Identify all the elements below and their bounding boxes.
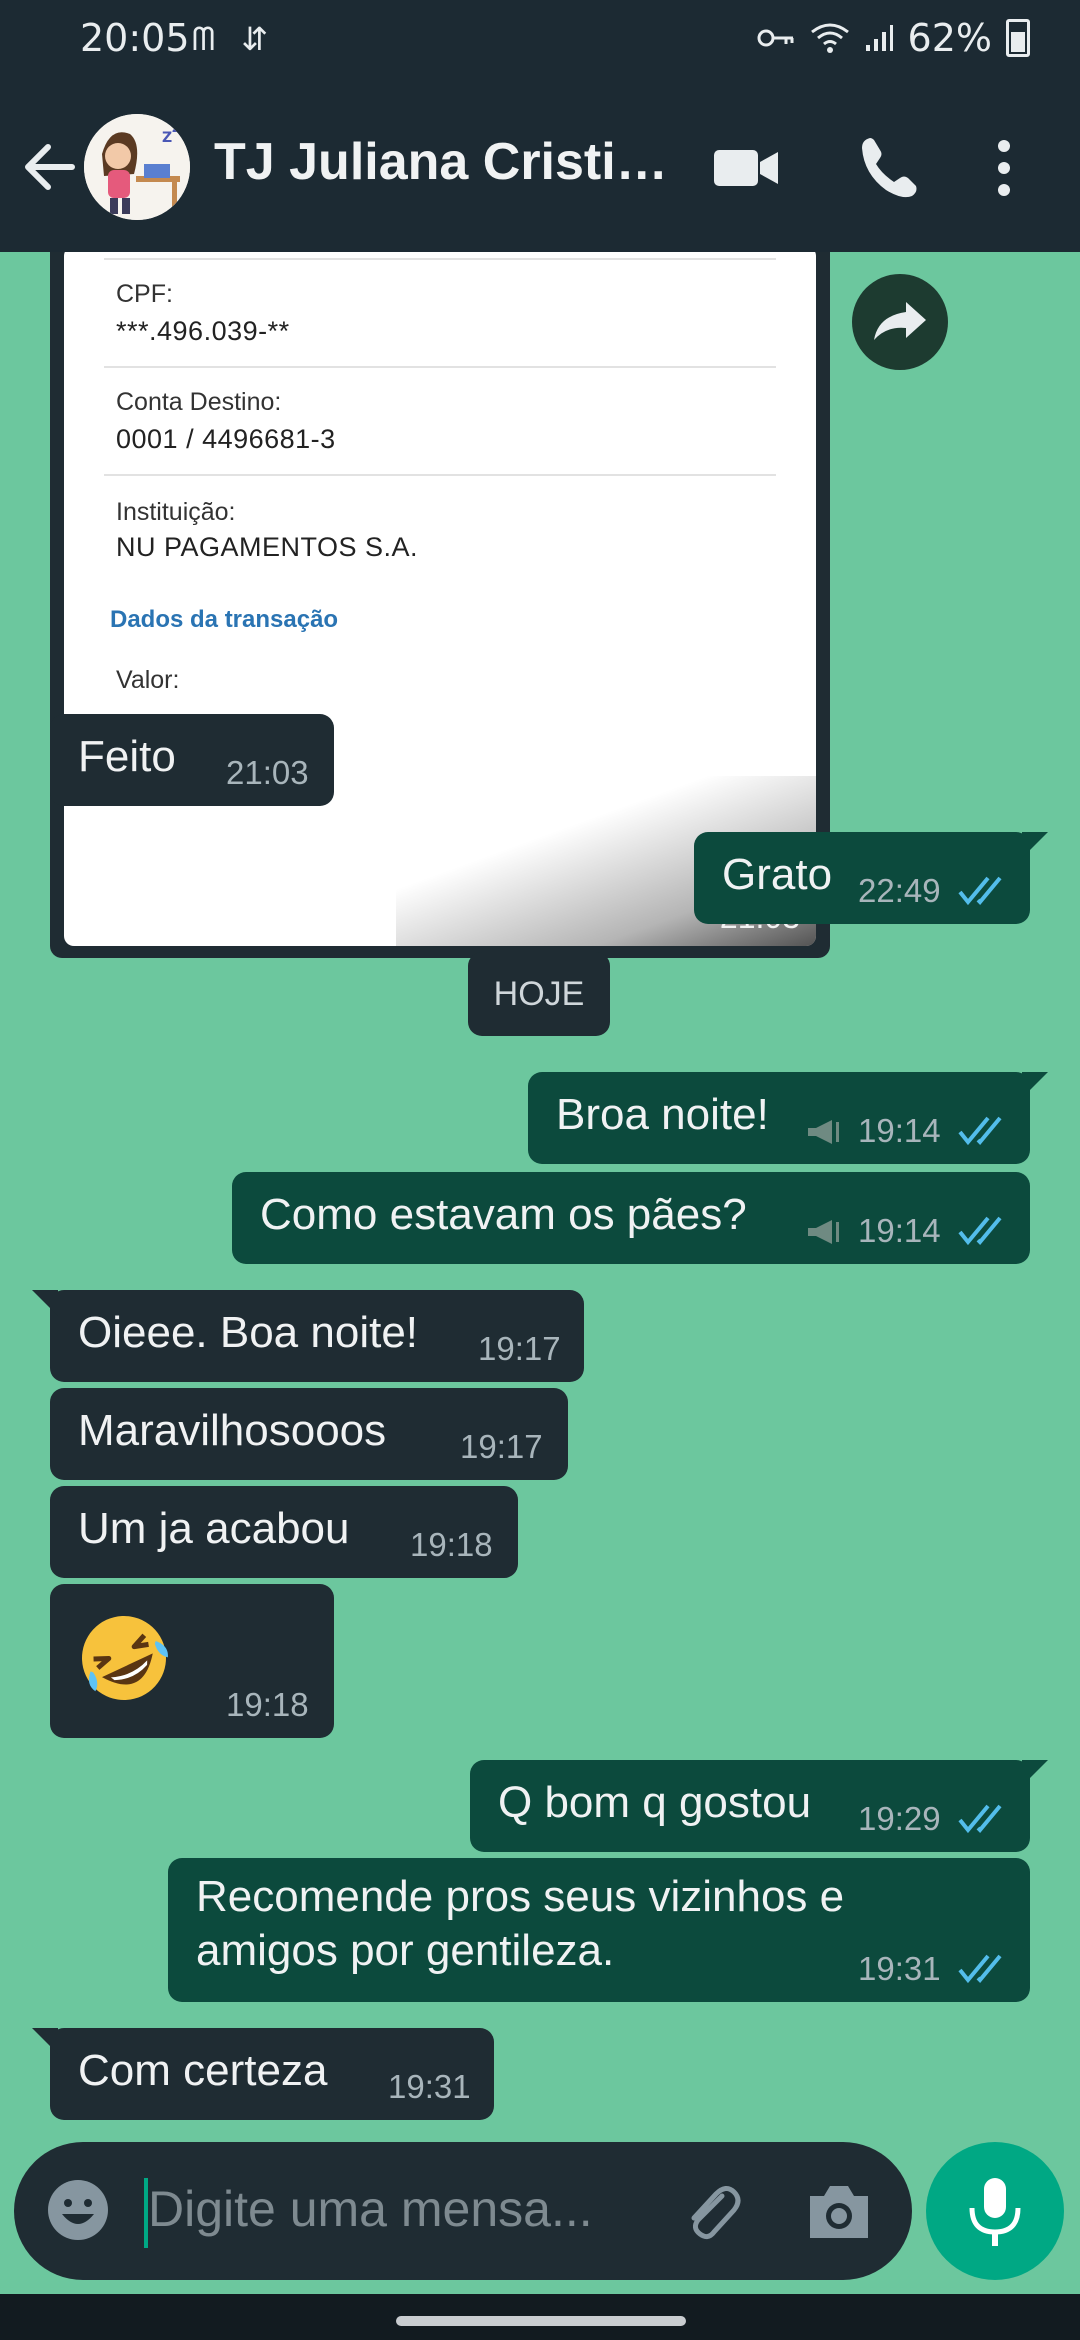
cpf-value: ***.496.039-** — [116, 316, 290, 346]
value-label: Valor: — [116, 666, 180, 694]
cpf-label: CPF: — [116, 280, 173, 308]
message-bubble-incoming[interactable]: Feito 21:03 — [50, 714, 334, 806]
status-right: 62% — [756, 16, 1030, 60]
voice-record-button[interactable] — [926, 2142, 1064, 2280]
message-text: Um ja acabou — [78, 1504, 350, 1553]
message-bubble-incoming[interactable]: Oieee. Boa noite! 19:17 — [32, 1290, 584, 1382]
message-time: 19:18 — [410, 1526, 493, 1563]
institution-value: NU PAGAMENTOS S.A. — [116, 532, 419, 562]
message-composer: Digite uma mensa... — [14, 2142, 912, 2280]
svg-text:Z: Z — [162, 130, 172, 146]
message-bubble-outgoing[interactable]: Como estavam os pães? 19:14 — [232, 1172, 1030, 1264]
message-time: 19:29 — [858, 1800, 941, 1837]
transaction-section-title: Dados da transação — [110, 606, 339, 633]
read-ticks-icon — [958, 1804, 1002, 1834]
rolling-laughing-emoji-icon: 🤣 — [82, 1616, 168, 1700]
contact-avatar[interactable]: Z Z — [84, 114, 190, 220]
forward-icon — [874, 302, 926, 340]
video-call-icon[interactable] — [708, 130, 784, 206]
message-text: Oieee. Boa noite! — [78, 1308, 419, 1357]
account-label: Conta Destino: — [116, 388, 282, 416]
emoji-icon[interactable] — [44, 2176, 112, 2244]
paperclip-icon[interactable] — [674, 2176, 746, 2248]
battery-percent: 62% — [907, 16, 992, 60]
message-time: 19:17 — [478, 1330, 561, 1367]
camera-icon[interactable] — [804, 2178, 874, 2244]
message-bubble-incoming[interactable]: Maravilhosooos 19:17 — [50, 1388, 568, 1480]
message-text: Com certeza — [78, 2046, 328, 2095]
message-time: 22:49 — [858, 872, 941, 909]
message-bubble-incoming[interactable]: Com certeza 19:31 — [32, 2028, 494, 2120]
read-ticks-icon — [958, 876, 1002, 906]
contact-name[interactable]: TJ Juliana Cristin... — [214, 132, 684, 192]
message-time: 21:03 — [226, 754, 309, 791]
status-time: 20:05 — [80, 16, 190, 60]
read-ticks-icon — [958, 1216, 1002, 1246]
svg-text:Z: Z — [172, 122, 180, 135]
message-bubble-outgoing[interactable]: Broa noite! 19:14 — [528, 1072, 1048, 1164]
date-divider: HOJE — [468, 952, 610, 1036]
message-list[interactable]: CPF: ***.496.039-** Conta Destino: 0001 … — [0, 252, 1080, 2140]
read-ticks-icon — [958, 1116, 1002, 1146]
signal-icon — [865, 25, 893, 51]
home-gesture-handle[interactable] — [396, 2316, 686, 2326]
phone-icon[interactable] — [852, 130, 928, 206]
message-bubble-incoming[interactable]: 🤣 19:18 — [50, 1584, 334, 1738]
message-text: Q bom q gostou — [498, 1778, 812, 1827]
message-time: 19:31 — [858, 1950, 941, 1987]
microphone-icon — [969, 2178, 1021, 2246]
message-bubble-outgoing[interactable]: Grato 22:49 — [694, 832, 1048, 924]
message-text: Como estavam os pães? — [260, 1190, 747, 1239]
broadcast-megaphone-icon — [808, 1120, 839, 1144]
message-bubble-outgoing[interactable]: Q bom q gostou 19:29 — [470, 1760, 1048, 1852]
more-options-icon[interactable] — [974, 130, 1034, 206]
message-text: Grato — [722, 850, 833, 899]
message-time: 19:14 — [858, 1112, 941, 1149]
message-time: 19:18 — [226, 1686, 309, 1723]
message-text: Maravilhosooos — [78, 1406, 387, 1455]
message-text-line2: amigos por gentileza. — [196, 1926, 615, 1975]
message-bubble-incoming[interactable]: Um ja acabou 19:18 — [50, 1486, 518, 1578]
message-time: 19:17 — [460, 1428, 543, 1465]
key-icon — [757, 29, 794, 47]
message-time: 19:31 — [388, 2068, 471, 2105]
institution-label: Instituição: — [116, 498, 236, 526]
battery-icon — [1006, 19, 1030, 57]
message-time: 19:14 — [858, 1212, 941, 1249]
bitmoji-avatar-icon: Z Z — [84, 114, 190, 220]
forward-button[interactable] — [852, 274, 948, 370]
notification-icons: ᗰ ⇵ — [192, 20, 277, 58]
broadcast-megaphone-icon — [808, 1220, 839, 1244]
message-text: Broa noite! — [556, 1090, 769, 1139]
message-text: Recomende pros seus vizinhos e — [196, 1872, 845, 1921]
account-value: 0001 / 4496681-3 — [116, 424, 336, 454]
message-text: Feito — [78, 732, 176, 781]
wifi-icon — [810, 23, 849, 53]
read-ticks-icon — [958, 1954, 1002, 1984]
message-bubble-outgoing[interactable]: Recomende pros seus vizinhos e amigos po… — [168, 1858, 1030, 2002]
message-input[interactable]: Digite uma mensa... — [148, 2180, 593, 2238]
back-arrow-icon[interactable] — [20, 132, 80, 202]
chat-header: Z Z TJ Juliana Cristin... — [0, 82, 1080, 252]
status-bar: 20:05 ᗰ ⇵ 62% — [0, 0, 1080, 82]
